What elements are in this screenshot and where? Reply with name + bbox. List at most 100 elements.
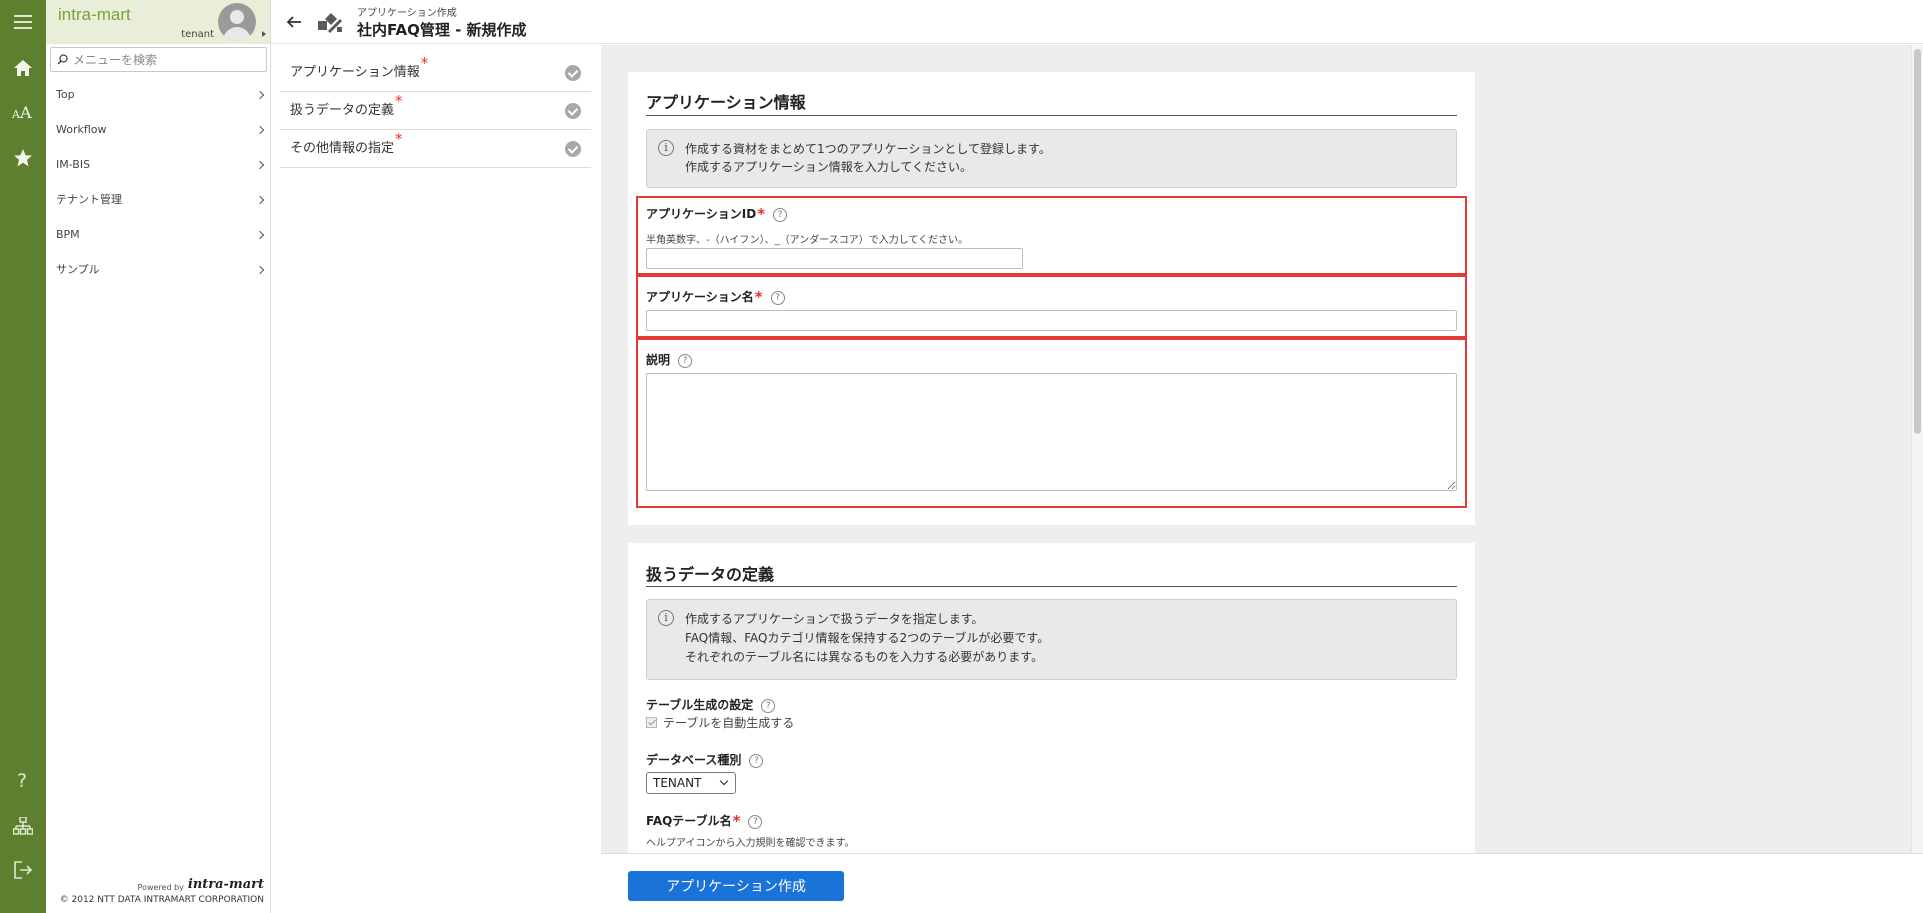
section-title: 扱うデータの定義	[646, 565, 775, 584]
field-label: FAQテーブル名*?	[646, 812, 763, 830]
help-icon[interactable]: ?	[761, 698, 776, 713]
description-textarea[interactable]	[646, 373, 1457, 491]
data-definition-panel: 扱うデータの定義 i 作成するアプリケーションで扱うデータを指定します。 FAQ…	[628, 543, 1475, 853]
field-label: 説明?	[646, 351, 693, 368]
avatar[interactable]	[218, 3, 256, 41]
section-divider	[646, 115, 1457, 116]
back-arrow-icon[interactable]	[285, 13, 303, 31]
search-input[interactable]	[73, 50, 261, 69]
page-header: アプリケーション作成 社内FAQ管理 - 新規作成	[271, 0, 1923, 44]
step-list: アプリケーション情報* 扱うデータの定義* その他情報の指定*	[280, 54, 591, 168]
app-id-input[interactable]	[646, 248, 1023, 269]
menu-item-label: Workflow	[56, 123, 107, 136]
icon-rail: AA ?	[0, 0, 46, 913]
check-circle-icon	[565, 141, 581, 157]
help-icon[interactable]: ?	[0, 760, 46, 800]
scrollbar-thumb[interactable]	[1914, 49, 1921, 434]
info-text: それぞれのテーブル名には異なるものを入力する必要があります。	[685, 650, 1044, 664]
page-title: 社内FAQ管理 - 新規作成	[357, 21, 527, 39]
menu-list: Top Workflow IM-BIS テナント管理 BPM サンプル	[46, 81, 271, 291]
app-name-field-group: アプリケーション名*?	[636, 275, 1467, 338]
powered-by: Powered by intra-mart	[138, 877, 264, 892]
step-label: 扱うデータの定義	[290, 103, 395, 118]
chevron-right-icon	[255, 265, 265, 275]
side-menu: intra-mart tenant Top Workflow IM-BIS テナ…	[46, 0, 271, 913]
field-label: アプリケーション名*?	[646, 288, 785, 306]
svg-text:?: ?	[17, 770, 27, 790]
step-label: その他情報の指定	[290, 141, 395, 156]
menu-item-sample[interactable]: サンプル	[46, 256, 271, 291]
select-value: TENANT	[653, 776, 702, 790]
help-icon[interactable]: ?	[748, 814, 763, 829]
checkbox[interactable]	[646, 717, 657, 728]
user-menu-caret-icon[interactable]	[262, 31, 266, 37]
menu-item-tenant-admin[interactable]: テナント管理	[46, 186, 271, 221]
field-hint: ヘルプアイコンから入力規則を確認できます。	[646, 838, 855, 849]
menu-icon[interactable]	[0, 2, 46, 42]
field-label: アプリケーションID*?	[646, 205, 788, 223]
search-icon	[57, 54, 68, 65]
section-divider	[646, 586, 1457, 587]
help-icon[interactable]: ?	[773, 207, 788, 222]
breadcrumb: アプリケーション作成	[357, 8, 457, 19]
chevron-right-icon	[255, 90, 265, 100]
field-label: データベース種別?	[646, 751, 764, 768]
menu-item-top[interactable]: Top	[46, 81, 271, 116]
powered-by-text: Powered by	[137, 883, 184, 892]
menu-item-bpm[interactable]: BPM	[46, 221, 271, 256]
step-app-info[interactable]: アプリケーション情報*	[280, 54, 591, 92]
brand-logo: intra-mart	[58, 5, 131, 24]
brand-header: intra-mart tenant	[46, 0, 270, 44]
info-text: 作成するアプリケーション情報を入力してください。	[685, 160, 973, 174]
favorite-star-icon[interactable]	[0, 138, 46, 178]
database-type-select[interactable]: TENANT	[646, 772, 736, 794]
chevron-right-icon	[255, 160, 265, 170]
info-box: i 作成する資材をまとめて1つのアプリケーションとして登録します。 作成するアプ…	[646, 129, 1457, 188]
menu-item-label: Top	[56, 88, 75, 101]
chevron-down-icon	[719, 776, 729, 786]
chevron-right-icon	[255, 195, 265, 205]
create-application-button[interactable]: アプリケーション作成	[628, 871, 844, 901]
app-id-field-group: アプリケーションID*? 半角英数字、-（ハイフン）、_（アンダースコア）で入力…	[636, 196, 1467, 275]
menu-item-label: IM-BIS	[56, 158, 91, 171]
action-footer: アプリケーション作成	[601, 853, 1923, 913]
info-box: i 作成するアプリケーションで扱うデータを指定します。 FAQ情報、FAQカテゴ…	[646, 599, 1457, 680]
step-other-info[interactable]: その他情報の指定*	[280, 130, 591, 168]
required-mark: *	[395, 130, 403, 148]
help-icon[interactable]: ?	[678, 353, 693, 368]
app-info-panel: アプリケーション情報 i 作成する資材をまとめて1つのアプリケーションとして登録…	[628, 72, 1475, 525]
menu-item-label: テナント管理	[56, 193, 122, 206]
description-field-group: 説明?	[636, 338, 1467, 508]
step-label: アプリケーション情報	[290, 65, 420, 80]
check-circle-icon	[565, 103, 581, 119]
vertical-scrollbar[interactable]	[1911, 45, 1923, 853]
app-name-input[interactable]	[646, 310, 1457, 331]
info-icon: i	[658, 610, 674, 626]
menu-search	[50, 47, 267, 72]
step-data-definition[interactable]: 扱うデータの定義*	[280, 92, 591, 130]
menu-item-label: サンプル	[56, 263, 100, 276]
sitemap-icon[interactable]	[0, 806, 46, 846]
user-name: tenant	[181, 29, 214, 40]
font-size-icon[interactable]: AA	[0, 92, 46, 132]
checkbox-label: テーブルを自動生成する	[663, 716, 795, 730]
info-icon: i	[658, 140, 674, 156]
info-text: 作成するアプリケーションで扱うデータを指定します。	[685, 612, 984, 626]
app-builder-icon	[318, 13, 343, 34]
info-text: 作成する資材をまとめて1つのアプリケーションとして登録します。	[685, 142, 1051, 156]
field-hint: 半角英数字、-（ハイフン）、_（アンダースコア）で入力してください。	[646, 235, 969, 246]
required-mark: *	[420, 54, 429, 72]
help-icon[interactable]: ?	[770, 290, 785, 305]
logout-icon[interactable]	[0, 850, 46, 890]
home-icon[interactable]	[0, 48, 46, 88]
help-icon[interactable]: ?	[749, 753, 764, 768]
chevron-right-icon	[255, 230, 265, 240]
info-text: FAQ情報、FAQカテゴリ情報を保持する2つのテーブルが必要です。	[685, 631, 1050, 645]
menu-item-workflow[interactable]: Workflow	[46, 116, 271, 151]
required-mark: *	[395, 92, 403, 110]
intra-mart-logo: intra-mart	[187, 877, 264, 892]
auto-generate-table-checkbox[interactable]: テーブルを自動生成する	[646, 714, 794, 731]
menu-item-label: BPM	[56, 228, 80, 241]
menu-item-im-bis[interactable]: IM-BIS	[46, 151, 271, 186]
form-content: アプリケーション情報 i 作成する資材をまとめて1つのアプリケーションとして登録…	[601, 45, 1911, 853]
